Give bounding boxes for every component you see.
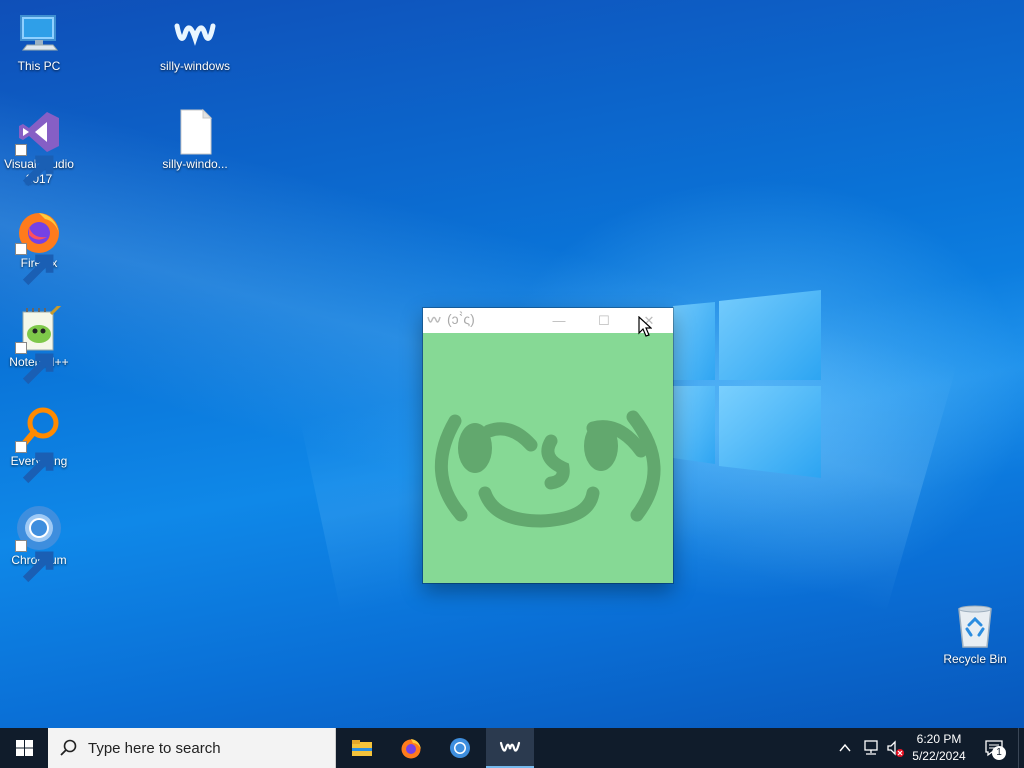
face-right-paren <box>626 410 661 522</box>
desktop-icon-recycle-bin[interactable]: Recycle Bin <box>937 603 1013 667</box>
everything-search-icon <box>15 405 63 484</box>
desktop-icon-notepad-plus-plus[interactable]: Notepad++ <box>1 306 77 385</box>
face-nose <box>541 434 570 490</box>
windows-logo-icon <box>16 740 33 756</box>
desktop-icon-silly-windows-file[interactable]: silly-windo... <box>157 108 233 172</box>
desktop[interactable]: This PC silly-windows Visual Studio 2017… <box>0 0 1024 728</box>
silly-windows-app-window[interactable]: (ↄˋ̀ς) — ☐ ✕ <box>423 308 673 583</box>
window-titlebar[interactable]: (ↄˋ̀ς) — ☐ ✕ <box>423 308 673 333</box>
show-desktop-button[interactable] <box>1018 728 1024 768</box>
silly-windows-icon <box>499 741 521 752</box>
wallpaper-windows-logo <box>673 290 821 478</box>
face-left-eye <box>458 423 492 473</box>
taskbar-firefox[interactable] <box>387 728 435 768</box>
file-icon <box>171 108 219 156</box>
silly-windows-logo-icon <box>427 316 441 323</box>
search-icon <box>60 739 77 756</box>
clock-time: 6:20 PM <box>916 732 962 746</box>
face-left-brow <box>482 422 538 452</box>
clock-date: 5/22/2024 <box>912 749 966 763</box>
show-hidden-icons-chevron-icon[interactable] <box>838 742 852 754</box>
window-title: (ↄˋ̀ς) <box>447 311 475 327</box>
desktop-icon-label: Recycle Bin <box>943 652 1007 666</box>
desktop-icon-label: silly-windows <box>159 59 230 73</box>
notification-count-badge: 1 <box>992 746 1006 760</box>
action-center-button[interactable]: 1 <box>978 728 1014 768</box>
desktop-icon-label: This PC <box>17 59 61 73</box>
shortcut-arrow-icon <box>15 441 54 484</box>
computer-icon <box>15 10 63 58</box>
notepad-plus-plus-icon <box>15 306 63 385</box>
face-right-eye <box>584 421 618 471</box>
visual-studio-icon <box>15 108 63 187</box>
desktop-icon-label: silly-windo... <box>162 157 228 171</box>
desktop-icon-this-pc[interactable]: This PC <box>1 10 77 74</box>
maximize-button[interactable]: ☐ <box>582 308 626 333</box>
mouse-cursor-icon <box>638 316 652 337</box>
taskbar-silly-windows[interactable] <box>486 728 534 768</box>
window-client-area[interactable] <box>423 333 673 583</box>
shortcut-arrow-icon <box>15 540 54 583</box>
desktop-icon-visual-studio[interactable]: Visual Studio 2017 <box>1 108 77 187</box>
shortcut-arrow-icon <box>15 144 54 187</box>
desktop-icon-everything[interactable]: Everything <box>1 405 77 484</box>
taskbar-chromium[interactable] <box>436 728 484 768</box>
taskbar-file-explorer[interactable] <box>338 728 386 768</box>
chromium-icon <box>450 738 470 758</box>
shortcut-arrow-icon <box>15 243 54 286</box>
taskbar-search-box[interactable]: Type here to search <box>48 728 336 768</box>
volume-muted-icon[interactable] <box>886 740 906 758</box>
taskbar[interactable]: Type here to search 6:20 PM 5/22/2024 1 <box>0 728 1024 768</box>
recycle-bin-icon <box>951 603 999 651</box>
file-explorer-icon <box>352 740 372 756</box>
chromium-icon <box>15 504 63 583</box>
search-placeholder: Type here to search <box>88 740 221 757</box>
desktop-icon-firefox[interactable]: Firefox <box>1 207 77 286</box>
silly-windows-logo-icon <box>171 10 219 58</box>
face-drawing <box>434 410 661 528</box>
desktop-icon-silly-windows[interactable]: silly-windows <box>157 10 233 74</box>
desktop-icon-chromium[interactable]: Chromium <box>1 504 77 583</box>
firefox-icon <box>15 207 63 286</box>
face-mouth <box>478 486 600 528</box>
network-icon[interactable] <box>862 740 880 756</box>
minimize-button[interactable]: — <box>537 308 581 333</box>
face-left-paren <box>434 414 468 522</box>
shortcut-arrow-icon <box>15 342 54 385</box>
firefox-icon <box>401 739 421 759</box>
start-button[interactable] <box>0 728 48 768</box>
